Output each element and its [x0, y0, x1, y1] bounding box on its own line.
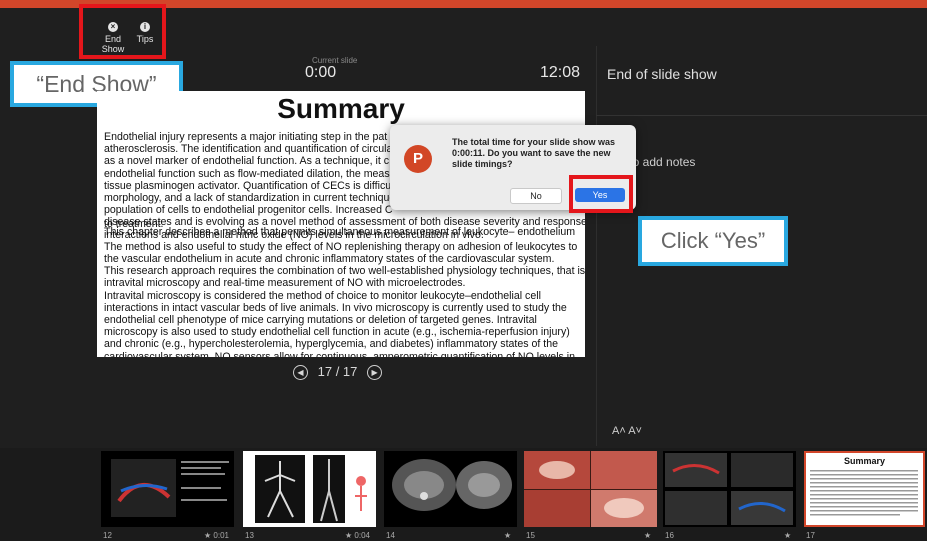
thumbnail-number: 13 — [245, 531, 254, 540]
slide-overlap-line: This chapter describes a method that per… — [104, 225, 576, 238]
slide-text-line: This research approach requires the comb… — [104, 265, 585, 278]
powerpoint-icon: P — [404, 145, 432, 173]
next-slide-title: End of slide show — [607, 66, 717, 82]
next-slide-icon[interactable]: ▶ — [367, 365, 383, 381]
thumbnail-number: 15 — [526, 531, 535, 540]
yes-highlight-box — [569, 175, 633, 213]
slide-text-line: endothelial cell phenotype of mice carry… — [104, 314, 537, 327]
thumbnail-slide-13[interactable] — [243, 451, 376, 527]
thumbnail-timing: ★ — [784, 531, 792, 540]
no-button[interactable]: No — [510, 188, 562, 204]
click-yes-callout: Click “Yes” — [638, 216, 788, 266]
thumbnail-text-lines — [810, 470, 918, 516]
thumbnail-number: 14 — [386, 531, 395, 540]
thumbnail-timing: ★ — [644, 531, 652, 540]
thumbnail-number: 16 — [665, 531, 674, 540]
end-show-highlight-box — [79, 4, 166, 59]
thumbnail-slide-17[interactable]: Summary — [804, 451, 925, 527]
thumbnail-title: Summary — [843, 456, 886, 466]
thumbnail-timing: ★ — [504, 531, 512, 540]
slide-pager: ◀ 17 / 17 ▶ — [293, 364, 383, 381]
slide-title: Summary — [277, 93, 405, 124]
slide-text-line: intravital microscopy and real-time meas… — [104, 277, 466, 290]
thumbnail-number: 12 — [103, 531, 112, 540]
notes-divider — [596, 115, 927, 116]
thumbnail-slide-12[interactable] — [101, 451, 234, 527]
slide-text-line: microscopy is also used to study endothe… — [104, 326, 570, 339]
thumbnail-slide-14[interactable] — [384, 451, 517, 527]
thumbnail-timing: ★ 0:01 — [204, 531, 229, 540]
slide-counter: 17 / 17 — [317, 364, 358, 379]
ultrasound-image — [111, 459, 229, 517]
thumbnail-timing: ★ 0:04 — [345, 531, 370, 540]
font-size-controls[interactable]: A˄ A˅ — [612, 425, 642, 437]
angiography-image — [255, 455, 367, 523]
dialog-message: The total time for your slide show was 0… — [452, 137, 616, 169]
ct-scan-image — [392, 459, 512, 511]
surgery-photo — [524, 451, 657, 527]
slide-text-line: The method is also useful to study the e… — [104, 240, 578, 253]
slide-text-line: the vascular endothelium in acute and ch… — [104, 253, 555, 266]
clock: 12:08 — [540, 64, 581, 81]
thumbnail-slide-15[interactable] — [524, 451, 657, 527]
slide-text-line: cardiovascular system. NO sensors allow … — [104, 350, 576, 357]
pane-divider — [596, 46, 597, 446]
previous-slide-icon[interactable]: ◀ — [293, 365, 308, 381]
slide-text-line: Intravital microscopy is considered the … — [104, 289, 541, 302]
ultrasound-grid-image — [665, 453, 793, 525]
slide-overlap-text: to treatment. This chapter describes a me… — [104, 218, 575, 237]
elapsed-time: 0:00 — [305, 64, 337, 81]
thumbnail-number: 17 — [806, 531, 815, 540]
slide-text-line: interactions in intact vascular beds of … — [104, 301, 567, 314]
thumbnail-slide-16[interactable] — [663, 451, 796, 527]
slide-text-line: and chronic (e.g., hypercholesterolemia,… — [104, 338, 558, 351]
